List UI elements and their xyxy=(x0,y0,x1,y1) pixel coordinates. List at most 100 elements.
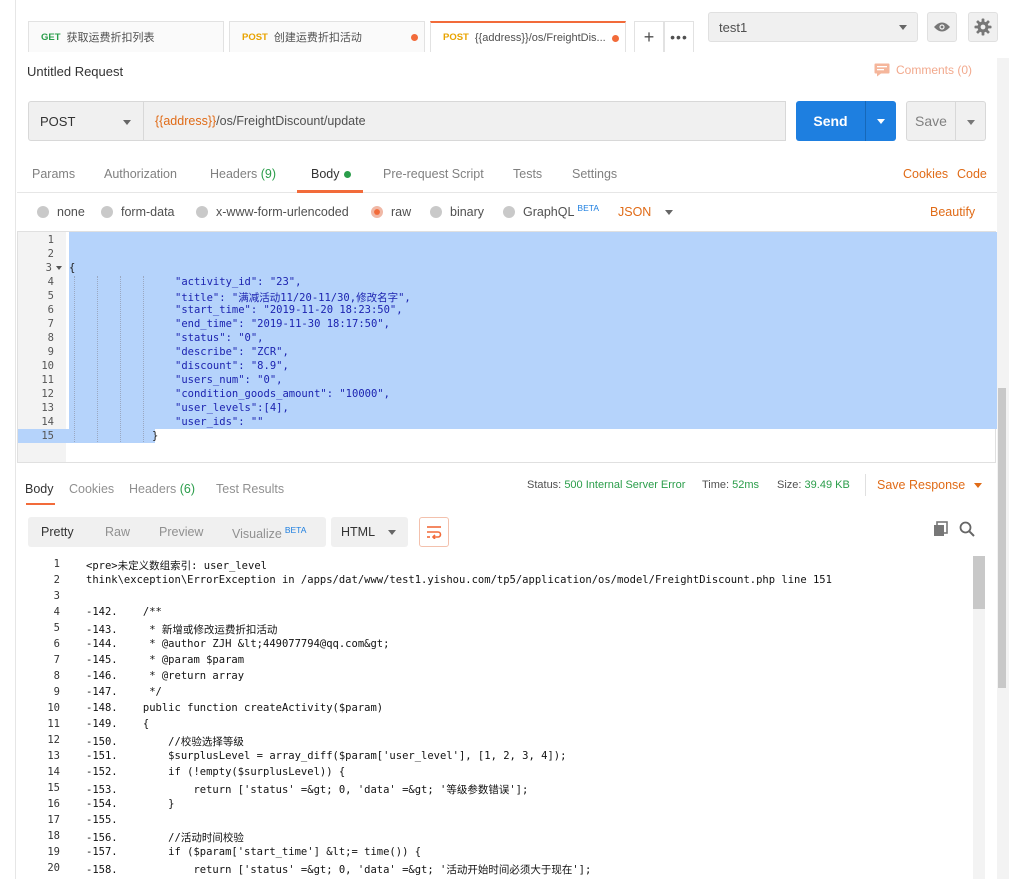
code-line: "user_ids": "" xyxy=(175,416,264,428)
tab-settings[interactable]: Settings xyxy=(572,167,617,181)
tab-body-label: Body xyxy=(311,167,340,181)
line-number: 13 xyxy=(47,750,60,762)
scrollbar-thumb[interactable] xyxy=(973,556,985,609)
radio-label: none xyxy=(57,205,85,219)
body-mode-binary[interactable]: binary xyxy=(430,205,484,219)
tab-body[interactable]: Body xyxy=(311,167,351,181)
response-tab-cookies[interactable]: Cookies xyxy=(69,482,114,496)
radio-icon xyxy=(101,206,113,218)
code-line: "user_levels":[4], xyxy=(175,402,289,414)
divider xyxy=(865,474,866,496)
tab-headers[interactable]: Headers (9) xyxy=(210,167,276,181)
comments-button[interactable]: Comments (0) xyxy=(874,63,972,77)
request-title[interactable]: Untitled Request xyxy=(27,64,123,79)
fold-arrow-icon[interactable] xyxy=(56,266,62,270)
radio-icon xyxy=(37,206,49,218)
response-tab-test-results[interactable]: Test Results xyxy=(216,482,284,496)
line-number: 4 xyxy=(47,276,54,288)
indent-guide xyxy=(143,276,144,442)
indent-guide xyxy=(74,276,75,442)
save-options-button[interactable] xyxy=(956,101,986,141)
search-button[interactable] xyxy=(959,521,975,540)
line-number: 1 xyxy=(53,558,60,570)
environment-quick-look-button[interactable] xyxy=(927,12,957,42)
copy-button[interactable] xyxy=(933,521,949,540)
tab-tests[interactable]: Tests xyxy=(513,167,542,181)
response-tab-headers[interactable]: Headers (6) xyxy=(129,482,195,496)
method-select[interactable]: POST xyxy=(28,101,144,141)
code-link[interactable]: Code xyxy=(957,167,987,181)
line-number: 5 xyxy=(53,622,60,634)
tab-method: POST xyxy=(443,32,469,43)
view-pretty[interactable]: Pretty xyxy=(41,525,74,539)
line-number: 16 xyxy=(47,798,60,810)
eye-icon xyxy=(934,22,950,32)
view-raw[interactable]: Raw xyxy=(105,525,130,539)
response-tabs: Body Cookies Headers (6) Test Results xyxy=(17,476,997,506)
response-format-select[interactable]: HTML xyxy=(331,517,408,547)
body-mode-none[interactable]: none xyxy=(37,205,85,219)
body-mode-urlencoded[interactable]: x-www-form-urlencoded xyxy=(196,205,349,219)
manage-environments-button[interactable] xyxy=(968,12,998,42)
tab-prerequest-script[interactable]: Pre-request Script xyxy=(383,167,484,181)
radio-label: x-www-form-urlencoded xyxy=(216,205,349,219)
body-mode-form-data[interactable]: form-data xyxy=(101,205,175,219)
line-number: 4 xyxy=(53,606,60,618)
send-button[interactable]: Send xyxy=(796,101,865,141)
active-tab-underline xyxy=(297,190,363,193)
cookies-link[interactable]: Cookies xyxy=(903,167,948,181)
new-tab-button[interactable]: + xyxy=(634,21,664,52)
request-tab-3[interactable]: POST {{address}}/os/FreightDis... xyxy=(430,21,626,52)
view-visualize[interactable]: Visualize BETA xyxy=(232,525,306,541)
more-icon: ••• xyxy=(670,29,688,45)
radio-label: form-data xyxy=(121,205,175,219)
tab-authorization[interactable]: Authorization xyxy=(104,167,177,181)
line-number: 7 xyxy=(47,318,54,330)
line-number: 3 xyxy=(53,590,60,602)
more-tabs-button[interactable]: ••• xyxy=(664,21,694,52)
code-line: "activity_id": "23", xyxy=(175,276,302,288)
gear-icon xyxy=(974,18,992,36)
line-number: 10 xyxy=(41,360,54,372)
tab-params[interactable]: Params xyxy=(32,167,75,181)
response-tab-headers-label: Headers xyxy=(129,482,177,496)
scrollbar-thumb[interactable] xyxy=(998,388,1006,688)
url-input[interactable]: {{address}}/os/FreightDiscount/update xyxy=(143,101,786,141)
beautify-link[interactable]: Beautify xyxy=(930,205,975,219)
line-number: 15 xyxy=(47,782,60,794)
response-code-line: -157. if ($param['start_time'] &lt;= tim… xyxy=(86,846,422,858)
chevron-down-icon xyxy=(899,25,907,30)
environment-select[interactable]: test1 xyxy=(708,12,918,42)
request-tab-1[interactable]: GET 获取运费折扣列表 xyxy=(28,21,224,52)
code-line: } xyxy=(152,430,159,442)
response-body[interactable]: 1 <pre>未定义数组索引: user_level 2 think\exceptio… xyxy=(0,556,970,879)
response-view-modes: Pretty Raw Preview Visualize BETA xyxy=(28,517,326,547)
view-preview[interactable]: Preview xyxy=(159,525,203,539)
response-tab-body[interactable]: Body xyxy=(25,482,54,496)
radio-selected-icon xyxy=(371,206,383,218)
response-code-line: -143. * 新增或修改运费折扣活动 xyxy=(86,624,278,636)
line-number: 9 xyxy=(47,346,54,358)
radio-icon xyxy=(430,206,442,218)
body-format-select[interactable]: JSON xyxy=(618,205,674,219)
request-tab-2[interactable]: POST 创建运费折扣活动 xyxy=(229,21,425,52)
wrap-lines-button[interactable] xyxy=(419,517,449,547)
line-number: 15 xyxy=(41,430,54,442)
send-options-button[interactable] xyxy=(865,101,896,141)
code-line: "describe": "ZCR", xyxy=(175,346,289,358)
response-scrollbar[interactable] xyxy=(973,556,985,879)
status-value: 500 Internal Server Error xyxy=(564,479,686,491)
beta-badge: BETA xyxy=(577,203,599,213)
response-code-line: -156. //活动时间校验 xyxy=(86,832,244,844)
body-editor[interactable]: 1 2 3{4 "activity_id": "23", 5 "title": "满减活动… xyxy=(17,231,997,463)
save-button[interactable]: Save xyxy=(906,101,956,141)
save-response-button[interactable]: Save Response xyxy=(877,478,983,492)
body-mode-raw[interactable]: raw xyxy=(371,205,411,219)
response-code-line: -152. if (!empty($surplusLevel)) { xyxy=(86,766,346,778)
chevron-down-icon xyxy=(388,530,396,535)
body-mode-graphql[interactable]: GraphQL BETA xyxy=(503,203,599,219)
time-info: Time: 52ms xyxy=(702,479,759,491)
page-scrollbar[interactable] xyxy=(997,58,1009,879)
response-code-line: -155. xyxy=(86,814,118,826)
response-code-line: <pre>未定义数组索引: user_level xyxy=(86,560,267,572)
